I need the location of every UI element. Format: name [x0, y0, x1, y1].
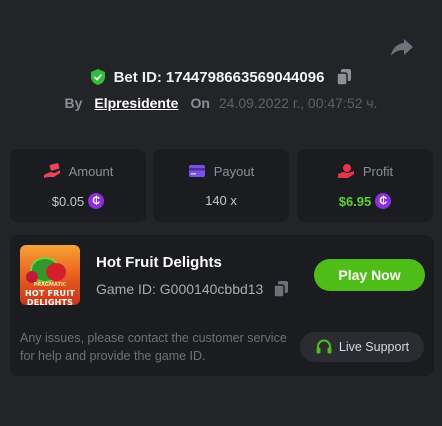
payout-label: Payout [213, 163, 255, 179]
username-link[interactable]: Elpresidente [94, 95, 178, 111]
profit-label: Profit [362, 163, 394, 179]
live-support-button[interactable]: Live Support [300, 332, 424, 362]
by-label: By [64, 95, 83, 111]
bet-id-row: Bet ID: 1744798663569044096 [0, 66, 442, 88]
profit-value-row: $6.95 ₵ [297, 193, 433, 209]
thumbnail-title: HOT FRUIT DELIGHTS [24, 289, 76, 305]
payout-value: 140 x [205, 193, 237, 208]
game-card: PRAGMATIC HOT FRUIT DELIGHTS Hot Fruit D… [10, 235, 434, 376]
payout-value-row: 140 x [153, 193, 289, 208]
payout-header: Payout [153, 163, 289, 179]
game-id-value: G000140cbbd13 [159, 281, 264, 297]
copy-icon[interactable] [273, 280, 289, 298]
copy-icon[interactable] [336, 68, 352, 86]
live-support-label: Live Support [338, 340, 410, 354]
amount-card: Amount $0.05 ₵ [10, 149, 146, 222]
support-notice: Any issues, please contact the customer … [20, 331, 287, 363]
on-label: On [190, 95, 210, 111]
profit-header: Profit [297, 163, 433, 179]
amount-header: Amount [10, 163, 146, 179]
payout-card: Payout 140 x [153, 149, 289, 222]
profit-card: Profit $6.95 ₵ [297, 149, 433, 222]
coin-icon: ₵ [88, 193, 105, 209]
headset-icon [315, 338, 333, 356]
game-id-text: Game ID: G000140cbbd13 [96, 281, 263, 297]
play-now-button[interactable]: Play Now [314, 259, 425, 291]
coin-icon: ₵ [375, 193, 392, 209]
share-icon[interactable] [390, 36, 414, 58]
bet-details-panel: Bet ID: 1744798663569044096 By Elpreside… [0, 0, 442, 426]
game-id-label: Game ID: [96, 281, 156, 297]
bet-author-row: By Elpresidente On 24.09.2022 г., 00:47:… [0, 92, 442, 114]
profit-hand-icon [337, 163, 355, 179]
amount-label: Amount [68, 163, 114, 179]
money-hand-icon [43, 163, 61, 179]
amount-value: $0.05 [51, 193, 85, 209]
bet-id-label: Bet ID: [113, 68, 162, 86]
thumbnail-brand: PRAGMATIC [33, 282, 67, 288]
strawberry-icon [46, 263, 66, 281]
bet-id-value: 1744798663569044096 [165, 68, 325, 86]
amount-value-row: $0.05 ₵ [10, 193, 146, 209]
shield-check-icon [90, 68, 106, 86]
card-icon [188, 163, 206, 179]
game-thumbnail[interactable]: PRAGMATIC HOT FRUIT DELIGHTS [20, 245, 80, 305]
game-title: Hot Fruit Delights [96, 254, 222, 271]
bet-date: 24.09.2022 г., 00:47:52 ч. [218, 95, 378, 111]
game-id-row: Game ID: G000140cbbd13 [96, 280, 289, 298]
profit-value: $6.95 [338, 193, 372, 209]
